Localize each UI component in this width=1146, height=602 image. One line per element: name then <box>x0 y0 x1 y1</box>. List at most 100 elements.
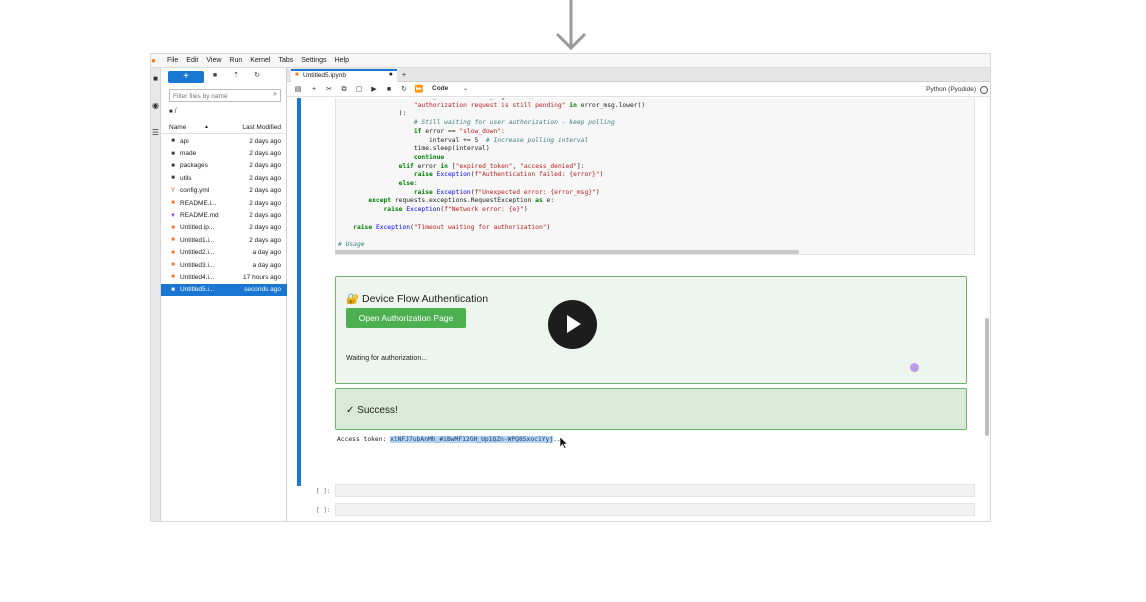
jupyterlab-window: ● File Edit View Run Kernel Tabs Setting… <box>150 53 991 522</box>
menu-help[interactable]: Help <box>335 57 349 64</box>
chevron-down-icon[interactable]: ⌄ <box>463 85 468 92</box>
file-list: ■ api 2 days ago ■ made 2 days ago ■ packages 2 … <box>161 135 287 297</box>
paste-icon[interactable]: ▢ <box>354 85 364 95</box>
file-row[interactable]: ■ Untitled2.i... a day ago <box>161 247 287 259</box>
file-row[interactable]: ■ utils 2 days ago <box>161 172 287 184</box>
notebook-file-icon: ■ <box>171 274 175 281</box>
folder-icon: ■ <box>171 162 175 169</box>
running-icon[interactable]: ◉ <box>151 101 160 110</box>
file-modified: 2 days ago <box>249 212 281 220</box>
file-name: config.yml <box>180 187 210 195</box>
file-name: Untitled2.i... <box>180 249 215 257</box>
file-row[interactable]: ■ README.i... 2 days ago <box>161 197 287 209</box>
file-row[interactable]: ■ Untitled.ip... 2 days ago <box>161 222 287 234</box>
mouse-pointer-icon <box>560 437 568 449</box>
file-row[interactable]: ▼ README.md 2 days ago <box>161 209 287 221</box>
folder-icon[interactable]: ■ <box>151 74 160 83</box>
file-row[interactable]: ■ Untitled4.i... 17 hours ago <box>161 271 287 283</box>
code-cell[interactable]: "slow_down" in error_msg.lower() or "aut… <box>335 98 975 255</box>
folder-icon: ■ <box>171 138 175 145</box>
kernel-name[interactable]: Python (Pyodide) <box>926 86 976 93</box>
open-authorization-button[interactable]: Open Authorization Page <box>346 308 466 328</box>
menu-settings[interactable]: Settings <box>301 57 326 64</box>
notebook-file-icon: ■ <box>171 237 175 244</box>
breadcrumb[interactable]: ■ / <box>169 108 177 115</box>
file-modified: 2 days ago <box>249 150 281 158</box>
fast-forward-icon[interactable]: ⏩ <box>414 85 424 95</box>
code-editor[interactable]: "slow_down" in error_msg.lower() or "aut… <box>338 98 645 254</box>
new-folder-icon[interactable]: ■ <box>210 71 220 81</box>
file-modified: 2 days ago <box>249 137 281 145</box>
notebook-file-icon: ■ <box>171 200 175 207</box>
search-icon: ⌕ <box>273 91 277 98</box>
file-name: utils <box>180 174 192 182</box>
play-icon <box>567 315 581 333</box>
file-row[interactable]: ■ Untitled1.i... 2 days ago <box>161 234 287 246</box>
menu-run[interactable]: Run <box>229 57 242 64</box>
menu-tabs[interactable]: Tabs <box>278 57 293 64</box>
cursor-highlight-icon <box>910 363 919 372</box>
file-modified: 2 days ago <box>249 162 281 170</box>
file-name: Untitled5.i... <box>180 286 215 294</box>
file-name: packages <box>180 162 208 170</box>
filter-box: ⌕ <box>169 89 281 102</box>
file-name: Untitled.ip... <box>180 224 215 232</box>
column-modified-header[interactable]: Last Modified <box>242 124 281 131</box>
restart-icon[interactable]: ↻ <box>399 85 409 95</box>
insert-cell-icon[interactable]: + <box>309 85 319 95</box>
stop-icon[interactable]: ■ <box>384 85 394 95</box>
column-name-header[interactable]: Name <box>169 124 186 131</box>
waiting-status: Waiting for authorization... <box>346 355 428 362</box>
tab-untitled5[interactable]: ■ Untitled5.ipynb ● <box>291 69 397 82</box>
cell-type-select[interactable]: Code <box>432 85 448 92</box>
folder-icon: ■ <box>171 150 175 157</box>
filter-files-input[interactable] <box>173 91 268 101</box>
empty-code-cell[interactable] <box>335 484 975 497</box>
file-name: Untitled1.i... <box>180 236 215 244</box>
tab-bar: ■ Untitled5.ipynb ● + <box>287 68 990 82</box>
active-cell-indicator <box>297 98 301 486</box>
file-row[interactable]: ■ api 2 days ago <box>161 135 287 147</box>
copy-icon[interactable]: ⧉ <box>339 85 349 95</box>
file-row[interactable]: Yconfig.yml 2 days ago <box>161 185 287 197</box>
run-icon[interactable]: ▶ <box>369 85 379 95</box>
file-row[interactable]: ■ packages 2 days ago <box>161 160 287 172</box>
video-play-button[interactable] <box>548 300 597 349</box>
file-row[interactable]: ■ made 2 days ago <box>161 147 287 159</box>
add-tab-button[interactable]: + <box>399 70 409 80</box>
file-modified: a day ago <box>252 261 281 269</box>
menu-edit[interactable]: Edit <box>186 57 198 64</box>
code-line: if error == "slow_down": <box>413 127 505 135</box>
menu-bar: ● File Edit View Run Kernel Tabs Setting… <box>151 54 990 68</box>
unsaved-dot-icon[interactable]: ● <box>389 71 393 78</box>
sort-caret-icon: ▲ <box>204 124 209 130</box>
file-name: Untitled3.i... <box>180 261 215 269</box>
file-name: README.md <box>180 212 219 220</box>
refresh-icon[interactable]: ↻ <box>252 71 262 81</box>
notebook-file-icon: ■ <box>171 262 175 269</box>
horizontal-scrollbar[interactable] <box>335 250 799 254</box>
menu-kernel[interactable]: Kernel <box>250 57 270 64</box>
upload-icon[interactable]: ⇡ <box>231 71 241 81</box>
save-icon[interactable]: ▤ <box>293 85 303 95</box>
notebook-file-icon: ■ <box>171 286 175 293</box>
file-list-header: Name ▲ Last Modified <box>161 122 287 134</box>
token-value-selected[interactable]: xiNFJ7ubAnMh_#iBwMF12GH_Up1QZn-WPQ8Sxoc1… <box>390 436 554 443</box>
cell-prompt: [ ]: <box>316 488 331 495</box>
cut-icon[interactable]: ✂ <box>324 85 334 95</box>
code-line: # Usage <box>338 240 365 248</box>
file-modified: 2 days ago <box>249 174 281 182</box>
table-of-contents-icon[interactable]: ☰ <box>151 128 160 137</box>
menu-view[interactable]: View <box>206 57 221 64</box>
new-launcher-button[interactable]: + <box>168 71 204 83</box>
breadcrumb-root[interactable]: / <box>175 108 177 115</box>
empty-code-cell[interactable] <box>335 503 975 516</box>
file-row[interactable]: ■ Untitled3.i... a day ago <box>161 259 287 271</box>
notebook-panel: "slow_down" in error_msg.lower() or "aut… <box>287 98 990 521</box>
folder-icon: ■ <box>169 109 173 115</box>
file-modified: 2 days ago <box>249 224 281 232</box>
vertical-scrollbar[interactable] <box>985 318 989 436</box>
file-modified: 2 days ago <box>249 187 281 195</box>
file-row[interactable]: ■ Untitled5.i... seconds ago <box>161 283 287 297</box>
menu-file[interactable]: File <box>167 57 178 64</box>
